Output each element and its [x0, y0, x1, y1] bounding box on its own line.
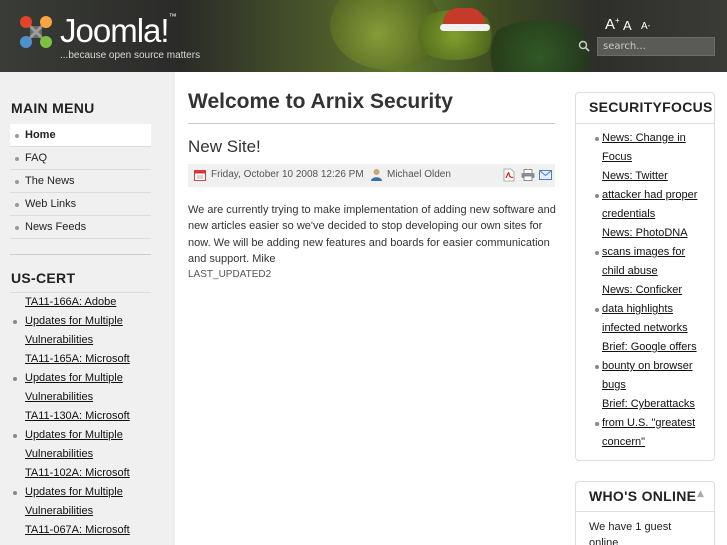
feed-link[interactable]: Brief: Google offers [588, 338, 713, 357]
main-menu: Home FAQ The News Web Links News Feeds [10, 124, 151, 239]
article-title[interactable]: New Site! [188, 137, 261, 157]
email-icon[interactable] [539, 170, 552, 180]
feed-link[interactable]: from U.S. "greatest [588, 414, 713, 433]
feed-link[interactable]: credentials [588, 205, 713, 224]
font-reset-button[interactable]: A [623, 18, 632, 33]
uscert-link[interactable]: TA11-166A: Adobe [10, 293, 170, 312]
securityfocus-feed-list: News: Change in Focus News: Twitter atta… [588, 129, 713, 452]
feed-link[interactable]: News: Change in [588, 129, 713, 148]
uscert-link[interactable]: TA11-067A: Microsoft [10, 521, 170, 540]
page-title: Welcome to Arnix Security [188, 90, 453, 113]
user-icon [371, 169, 382, 181]
article-author: Michael Olden [387, 169, 451, 180]
feed-link[interactable]: News: PhotoDNA [588, 224, 713, 243]
feed-link[interactable]: child abuse [588, 262, 713, 281]
feed-link[interactable]: bounty on browser [588, 357, 713, 376]
logo-tagline: ...because open source matters [60, 50, 201, 61]
feed-link[interactable]: News: Twitter [588, 167, 713, 186]
uscert-link[interactable]: Updates for Multiple [10, 312, 170, 331]
feed-link[interactable]: Focus [588, 148, 713, 167]
uscert-link[interactable]: Updates for Multiple [10, 483, 170, 502]
divider [10, 254, 151, 255]
joomla-logo-icon[interactable] [16, 12, 56, 52]
search-input[interactable] [597, 37, 715, 56]
menu-item-home[interactable]: Home [10, 124, 151, 147]
divider [576, 511, 714, 512]
uscert-link[interactable]: Updates for Multiple [10, 369, 170, 388]
uscert-link[interactable]: TA11-165A: Microsoft [10, 350, 170, 369]
whos-online-text: We have 1 guest online [589, 521, 672, 545]
print-icon[interactable] [521, 169, 535, 181]
last-updated: LAST_UPDATED2 [188, 269, 272, 280]
securityfocus-module: SECURITYFOCUS News: Change in Focus News… [575, 92, 715, 461]
collapse-caret-icon[interactable]: ▲ [697, 489, 704, 499]
feed-link[interactable]: bugs [588, 376, 713, 395]
uscert-title: US-CERT [11, 270, 76, 286]
whos-online-title: WHO'S ONLINE [589, 488, 697, 504]
uscert-link[interactable]: Vulnerabilities [10, 445, 170, 464]
feed-link[interactable]: News: Conficker [588, 281, 713, 300]
menu-item-faq[interactable]: FAQ [10, 147, 151, 170]
divider [188, 123, 555, 124]
feed-link[interactable]: attacker had proper [588, 186, 713, 205]
feed-link[interactable]: scans images for [588, 243, 713, 262]
logo-text[interactable]: Joomla!™ [60, 12, 177, 50]
uscert-link[interactable]: Updates for Multiple [10, 426, 170, 445]
uscert-feed-list: TA11-166A: Adobe Updates for Multiple Vu… [10, 293, 170, 540]
divider [576, 123, 714, 124]
menu-item-the-news[interactable]: The News [10, 170, 151, 193]
feed-link[interactable]: infected networks [588, 319, 713, 338]
menu-item-news-feeds[interactable]: News Feeds [10, 216, 151, 239]
securityfocus-title: SECURITYFOCUS [589, 99, 713, 115]
uscert-link[interactable]: Vulnerabilities [10, 331, 170, 350]
main-menu-title: MAIN MENU [11, 100, 95, 116]
feed-link[interactable]: Brief: Cyberattacks [588, 395, 713, 414]
uscert-link[interactable]: TA11-130A: Microsoft [10, 407, 170, 426]
header-frog-hat-band-graphic [440, 24, 490, 31]
article-body: We are currently trying to make implemen… [188, 204, 556, 265]
feed-link[interactable]: data highlights [588, 300, 713, 319]
article-meta-bar: Friday, October 10 2008 12:26 PM Michael… [188, 164, 555, 187]
uscert-link[interactable]: Vulnerabilities [10, 502, 170, 521]
menu-item-web-links[interactable]: Web Links [10, 193, 151, 216]
uscert-link[interactable]: Vulnerabilities [10, 388, 170, 407]
font-decrease-button[interactable]: A- [641, 21, 650, 32]
pdf-icon[interactable] [503, 168, 515, 182]
article-date: Friday, October 10 2008 12:26 PM [211, 169, 364, 180]
search-icon [578, 40, 590, 52]
calendar-icon [194, 170, 206, 181]
whos-online-module: WHO'S ONLINE ▲ We have 1 guest online [575, 481, 715, 545]
site-header: Joomla!™ ...because open source matters … [0, 0, 727, 72]
uscert-link[interactable]: TA11-102A: Microsoft [10, 464, 170, 483]
feed-link[interactable]: concern" [588, 433, 713, 452]
font-increase-button[interactable]: A+ [605, 16, 620, 33]
